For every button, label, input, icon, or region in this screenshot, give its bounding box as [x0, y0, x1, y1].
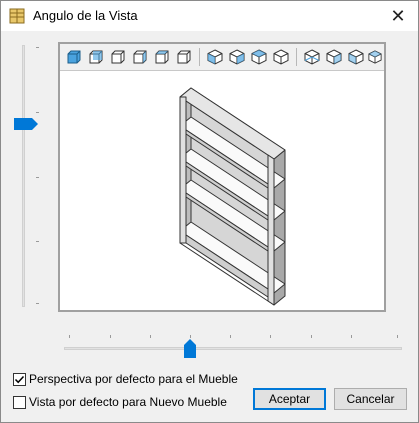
view-iso-7-button[interactable]	[346, 47, 366, 67]
cube-left-icon	[111, 50, 125, 64]
view-angle-dialog: Angulo de la Vista ✕ Perspectiva por def…	[0, 0, 419, 423]
new-furniture-default-label: Vista por defecto para Nuevo Mueble	[29, 395, 227, 409]
vertical-slider-tick	[36, 112, 39, 113]
accept-button[interactable]: Aceptar	[253, 388, 326, 410]
vertical-slider-tick	[36, 47, 39, 48]
view-iso-2-button[interactable]	[227, 47, 247, 67]
horizontal-slider-tick	[397, 335, 398, 338]
horizontal-slider-tick	[190, 335, 191, 338]
furniture-app-icon	[9, 8, 25, 24]
view-top-button[interactable]	[152, 47, 172, 67]
view-iso-3-button[interactable]	[249, 47, 269, 67]
cube-bottom-icon	[177, 50, 191, 64]
view-iso-8-button[interactable]	[368, 47, 382, 67]
vertical-slider-tick	[36, 303, 39, 304]
vertical-slider-track[interactable]	[22, 45, 25, 307]
cube-iso-icon	[207, 49, 223, 65]
cube-iso-icon	[348, 49, 364, 65]
cube-iso-icon	[326, 49, 342, 65]
cube-iso-icon	[229, 49, 245, 65]
horizontal-slider-tick	[311, 335, 312, 338]
window-title: Angulo de la Vista	[33, 8, 138, 23]
vertical-slider-tick	[36, 241, 39, 242]
view-bottom-button[interactable]	[174, 47, 194, 67]
cube-iso-icon	[368, 50, 382, 64]
view-back-button[interactable]	[86, 47, 106, 67]
new-furniture-default-checkbox[interactable]	[13, 395, 26, 409]
view-left-button[interactable]	[108, 47, 128, 67]
toolbar-separator	[296, 48, 297, 66]
horizontal-slider-tick	[110, 335, 111, 338]
vertical-slider-thumb[interactable]	[13, 117, 39, 131]
view-iso-5-button[interactable]	[302, 47, 322, 67]
view-iso-1-button[interactable]	[205, 47, 225, 67]
cube-iso-icon	[251, 49, 267, 65]
view-toolbar	[60, 44, 384, 71]
view-right-button[interactable]	[130, 47, 150, 67]
horizontal-slider-tick	[69, 335, 70, 338]
cube-iso-icon	[304, 49, 320, 65]
cube-iso-icon	[273, 49, 289, 65]
horizontal-slider-thumb[interactable]	[183, 339, 197, 359]
perspective-default-option[interactable]: Perspectiva por defecto para el Mueble	[13, 371, 238, 387]
title-bar: Angulo de la Vista ✕	[1, 1, 418, 31]
cube-back-icon	[89, 50, 103, 64]
view-front-button[interactable]	[64, 47, 84, 67]
horizontal-angle-slider[interactable]	[61, 331, 405, 361]
cancel-button[interactable]: Cancelar	[334, 388, 407, 410]
cube-top-icon	[155, 50, 169, 64]
horizontal-slider-tick	[351, 335, 352, 338]
new-furniture-default-option[interactable]: Vista por defecto para Nuevo Mueble	[13, 394, 227, 410]
vertical-slider-tick	[36, 177, 39, 178]
perspective-default-checkbox[interactable]	[13, 372, 26, 386]
view-iso-4-button[interactable]	[271, 47, 291, 67]
checkmark-icon	[14, 375, 25, 383]
toolbar-separator	[199, 48, 200, 66]
cube-front-icon	[67, 50, 81, 64]
close-icon: ✕	[390, 5, 406, 26]
horizontal-slider-track[interactable]	[64, 347, 402, 350]
3d-viewer-panel	[58, 42, 386, 312]
horizontal-slider-tick	[230, 335, 231, 338]
view-iso-6-button[interactable]	[324, 47, 344, 67]
vertical-angle-slider[interactable]	[7, 45, 39, 307]
horizontal-slider-tick	[150, 335, 151, 338]
close-button[interactable]: ✕	[378, 1, 418, 31]
horizontal-slider-tick	[270, 335, 271, 338]
cube-right-icon	[133, 50, 147, 64]
bookshelf-3d-preview	[179, 87, 286, 306]
perspective-default-label: Perspectiva por defecto para el Mueble	[29, 372, 238, 386]
